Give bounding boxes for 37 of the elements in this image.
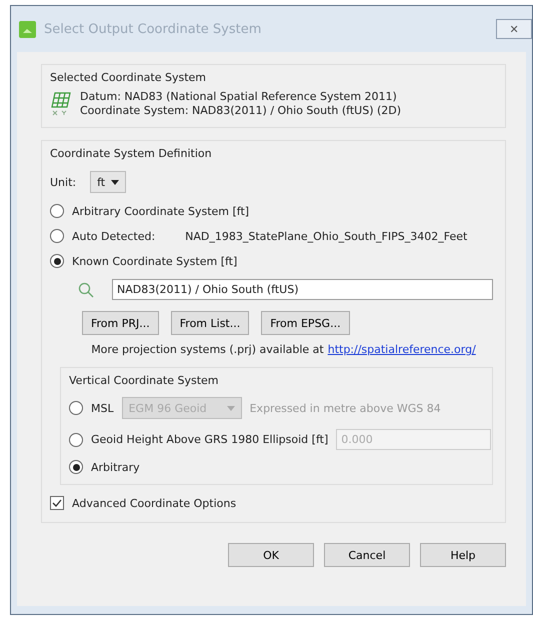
option-label: Geoid Height Above GRS 1980 Ellipsoid [ft] [91,433,328,446]
radio-button[interactable] [50,204,64,218]
system-info-line: Datum: NAD83 (National Spatial Reference System 2011) [80,90,398,103]
checkbox[interactable] [50,496,64,510]
radio-button[interactable] [50,229,64,243]
dialog-button[interactable]: Cancel [324,543,410,567]
unit-label: Unit: [50,176,76,188]
dialog-button[interactable]: Help [420,543,506,567]
search-field[interactable]: NAD83(2011) / Ohio South (ftUS) [112,279,493,300]
unit-dropdown[interactable]: ft [90,171,126,193]
option-label: Arbitrary [91,460,140,474]
caret-icon [226,406,235,410]
group-title: Coordinate System Definition [50,147,213,160]
checkbox-label: Advanced Coordinate Options [72,496,236,510]
note-text: Expressed in metre above WGS 84 [250,402,441,414]
source-button[interactable]: From PRJ... [82,311,159,335]
option-label: MSL [91,402,114,414]
window-title: Select Output Coordinate System [44,22,262,36]
caret-icon [111,180,120,184]
detected-system: NAD_1983_StatePlane_Ohio_South_FIPS_3402_Feet [185,230,468,242]
option-label: Arbitrary Coordinate System [ft] [72,204,250,218]
search-icon [78,282,94,298]
system-info-line: Coordinate System: NAD83(2011) / Ohio South (ftUS) (2D) [80,104,402,117]
option-label: Auto Detected: [72,230,156,242]
radio-button[interactable] [69,460,83,474]
info-text: More projection systems (.prj) available at [91,343,324,356]
group-title: Selected Coordinate System [50,71,207,84]
grid-xy-icon [50,90,72,116]
dialog-button[interactable]: OK [228,543,314,567]
link[interactable]: http://spatialreference.org/ [328,343,476,356]
group-title: Vertical Coordinate System [69,374,220,387]
source-button[interactable]: From EPSG... [261,311,350,335]
app-icon [19,20,36,38]
source-button[interactable]: From List... [170,311,250,335]
option-label: Known Coordinate System [ft] [72,254,238,268]
radio-button[interactable] [50,254,64,268]
close-button[interactable]: ✕ [496,19,532,39]
